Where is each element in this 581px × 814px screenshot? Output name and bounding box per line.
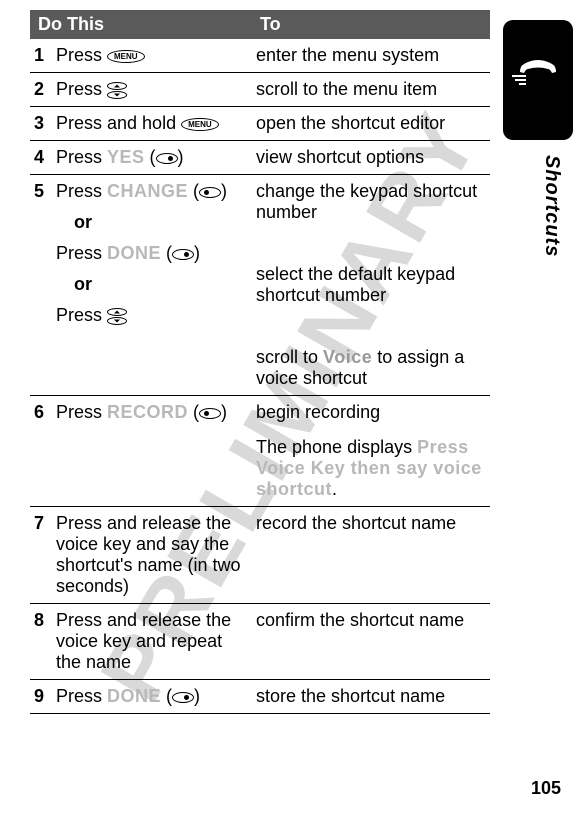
row-number: 9	[30, 680, 52, 714]
paren-close: )	[221, 181, 227, 201]
row-number: 4	[30, 141, 52, 175]
or-text: or	[74, 212, 248, 233]
paren-open: (	[188, 181, 199, 201]
to-cell: record the shortcut name	[252, 507, 490, 604]
left-softkey-icon	[199, 408, 221, 419]
do-text: Press	[56, 181, 107, 201]
change-label: CHANGE	[107, 181, 188, 201]
do-cell: Press	[52, 73, 252, 107]
to-cell: store the shortcut name	[252, 680, 490, 714]
to-text: The phone displays	[256, 437, 417, 457]
do-text: Press	[56, 243, 107, 263]
yes-label: YES	[107, 147, 145, 167]
do-cell: Press and release the voice key and say …	[52, 507, 252, 604]
row-number: 8	[30, 604, 52, 680]
done-label: DONE	[107, 243, 161, 263]
table-row: 2 Press scroll to the menu item	[30, 73, 490, 107]
to-text: begin recording	[256, 402, 486, 423]
row-number: 2	[30, 73, 52, 107]
row-number: 7	[30, 507, 52, 604]
page-number: 105	[531, 778, 561, 799]
menu-key-icon: MENU	[181, 118, 219, 131]
row-number: 5	[30, 175, 52, 396]
table-row: 5 Press CHANGE () or Press DONE () or Pr…	[30, 175, 490, 396]
do-text: Press	[56, 305, 107, 325]
menu-key-icon: MENU	[107, 50, 145, 63]
scroll-key-icon	[107, 82, 127, 99]
row-number: 1	[30, 39, 52, 73]
to-cell: open the shortcut editor	[252, 107, 490, 141]
table-row: 7 Press and release the voice key and sa…	[30, 507, 490, 604]
do-cell: Press YES ()	[52, 141, 252, 175]
left-softkey-icon	[199, 187, 221, 198]
do-cell: Press DONE ()	[52, 680, 252, 714]
to-text: scroll to	[256, 347, 323, 367]
do-text: Press	[56, 45, 107, 65]
header-to: To	[252, 10, 490, 39]
right-softkey-icon	[172, 249, 194, 260]
do-cell: Press RECORD ()	[52, 396, 252, 507]
table-row: 1 Press MENU enter the menu system	[30, 39, 490, 73]
table-row: 9 Press DONE () store the shortcut name	[30, 680, 490, 714]
to-text: change the keypad shortcut number	[256, 181, 486, 223]
table-row: 8 Press and release the voice key and re…	[30, 604, 490, 680]
paren-close: )	[194, 686, 200, 706]
do-cell: Press CHANGE () or Press DONE () or Pres…	[52, 175, 252, 396]
do-text: Press and hold	[56, 113, 181, 133]
to-cell: scroll to the menu item	[252, 73, 490, 107]
to-text: .	[332, 479, 337, 499]
table-row: 3 Press and hold MENU open the shortcut …	[30, 107, 490, 141]
row-number: 3	[30, 107, 52, 141]
record-label: RECORD	[107, 402, 188, 422]
to-cell: change the keypad shortcut number x sele…	[252, 175, 490, 396]
to-cell: enter the menu system	[252, 39, 490, 73]
table-row: 4 Press YES () view shortcut options	[30, 141, 490, 175]
paren-close: )	[221, 402, 227, 422]
do-text: Press	[56, 147, 107, 167]
paren-open: (	[161, 243, 172, 263]
paren-open: (	[145, 147, 156, 167]
or-text: or	[74, 274, 248, 295]
to-cell: view shortcut options	[252, 141, 490, 175]
do-cell: Press MENU	[52, 39, 252, 73]
paren-close: )	[194, 243, 200, 263]
scroll-key-icon	[107, 308, 127, 325]
paren-open: (	[188, 402, 199, 422]
do-cell: Press and release the voice key and repe…	[52, 604, 252, 680]
to-cell: confirm the shortcut name	[252, 604, 490, 680]
page-content: Do This To 1 Press MENU enter the menu s…	[0, 0, 581, 714]
right-softkey-icon	[156, 153, 178, 164]
to-text: select the default keypad shortcut numbe…	[256, 264, 486, 306]
voice-label: Voice	[323, 347, 372, 367]
to-cell: begin recording The phone displays Press…	[252, 396, 490, 507]
instruction-table: Do This To 1 Press MENU enter the menu s…	[30, 10, 490, 714]
do-text: Press	[56, 686, 107, 706]
paren-open: (	[161, 686, 172, 706]
right-softkey-icon	[172, 692, 194, 703]
paren-close: )	[178, 147, 184, 167]
row-number: 6	[30, 396, 52, 507]
done-label: DONE	[107, 686, 161, 706]
header-do: Do This	[30, 10, 252, 39]
do-cell: Press and hold MENU	[52, 107, 252, 141]
do-text: Press	[56, 402, 107, 422]
table-row: 6 Press RECORD () begin recording The ph…	[30, 396, 490, 507]
do-text: Press	[56, 79, 107, 99]
